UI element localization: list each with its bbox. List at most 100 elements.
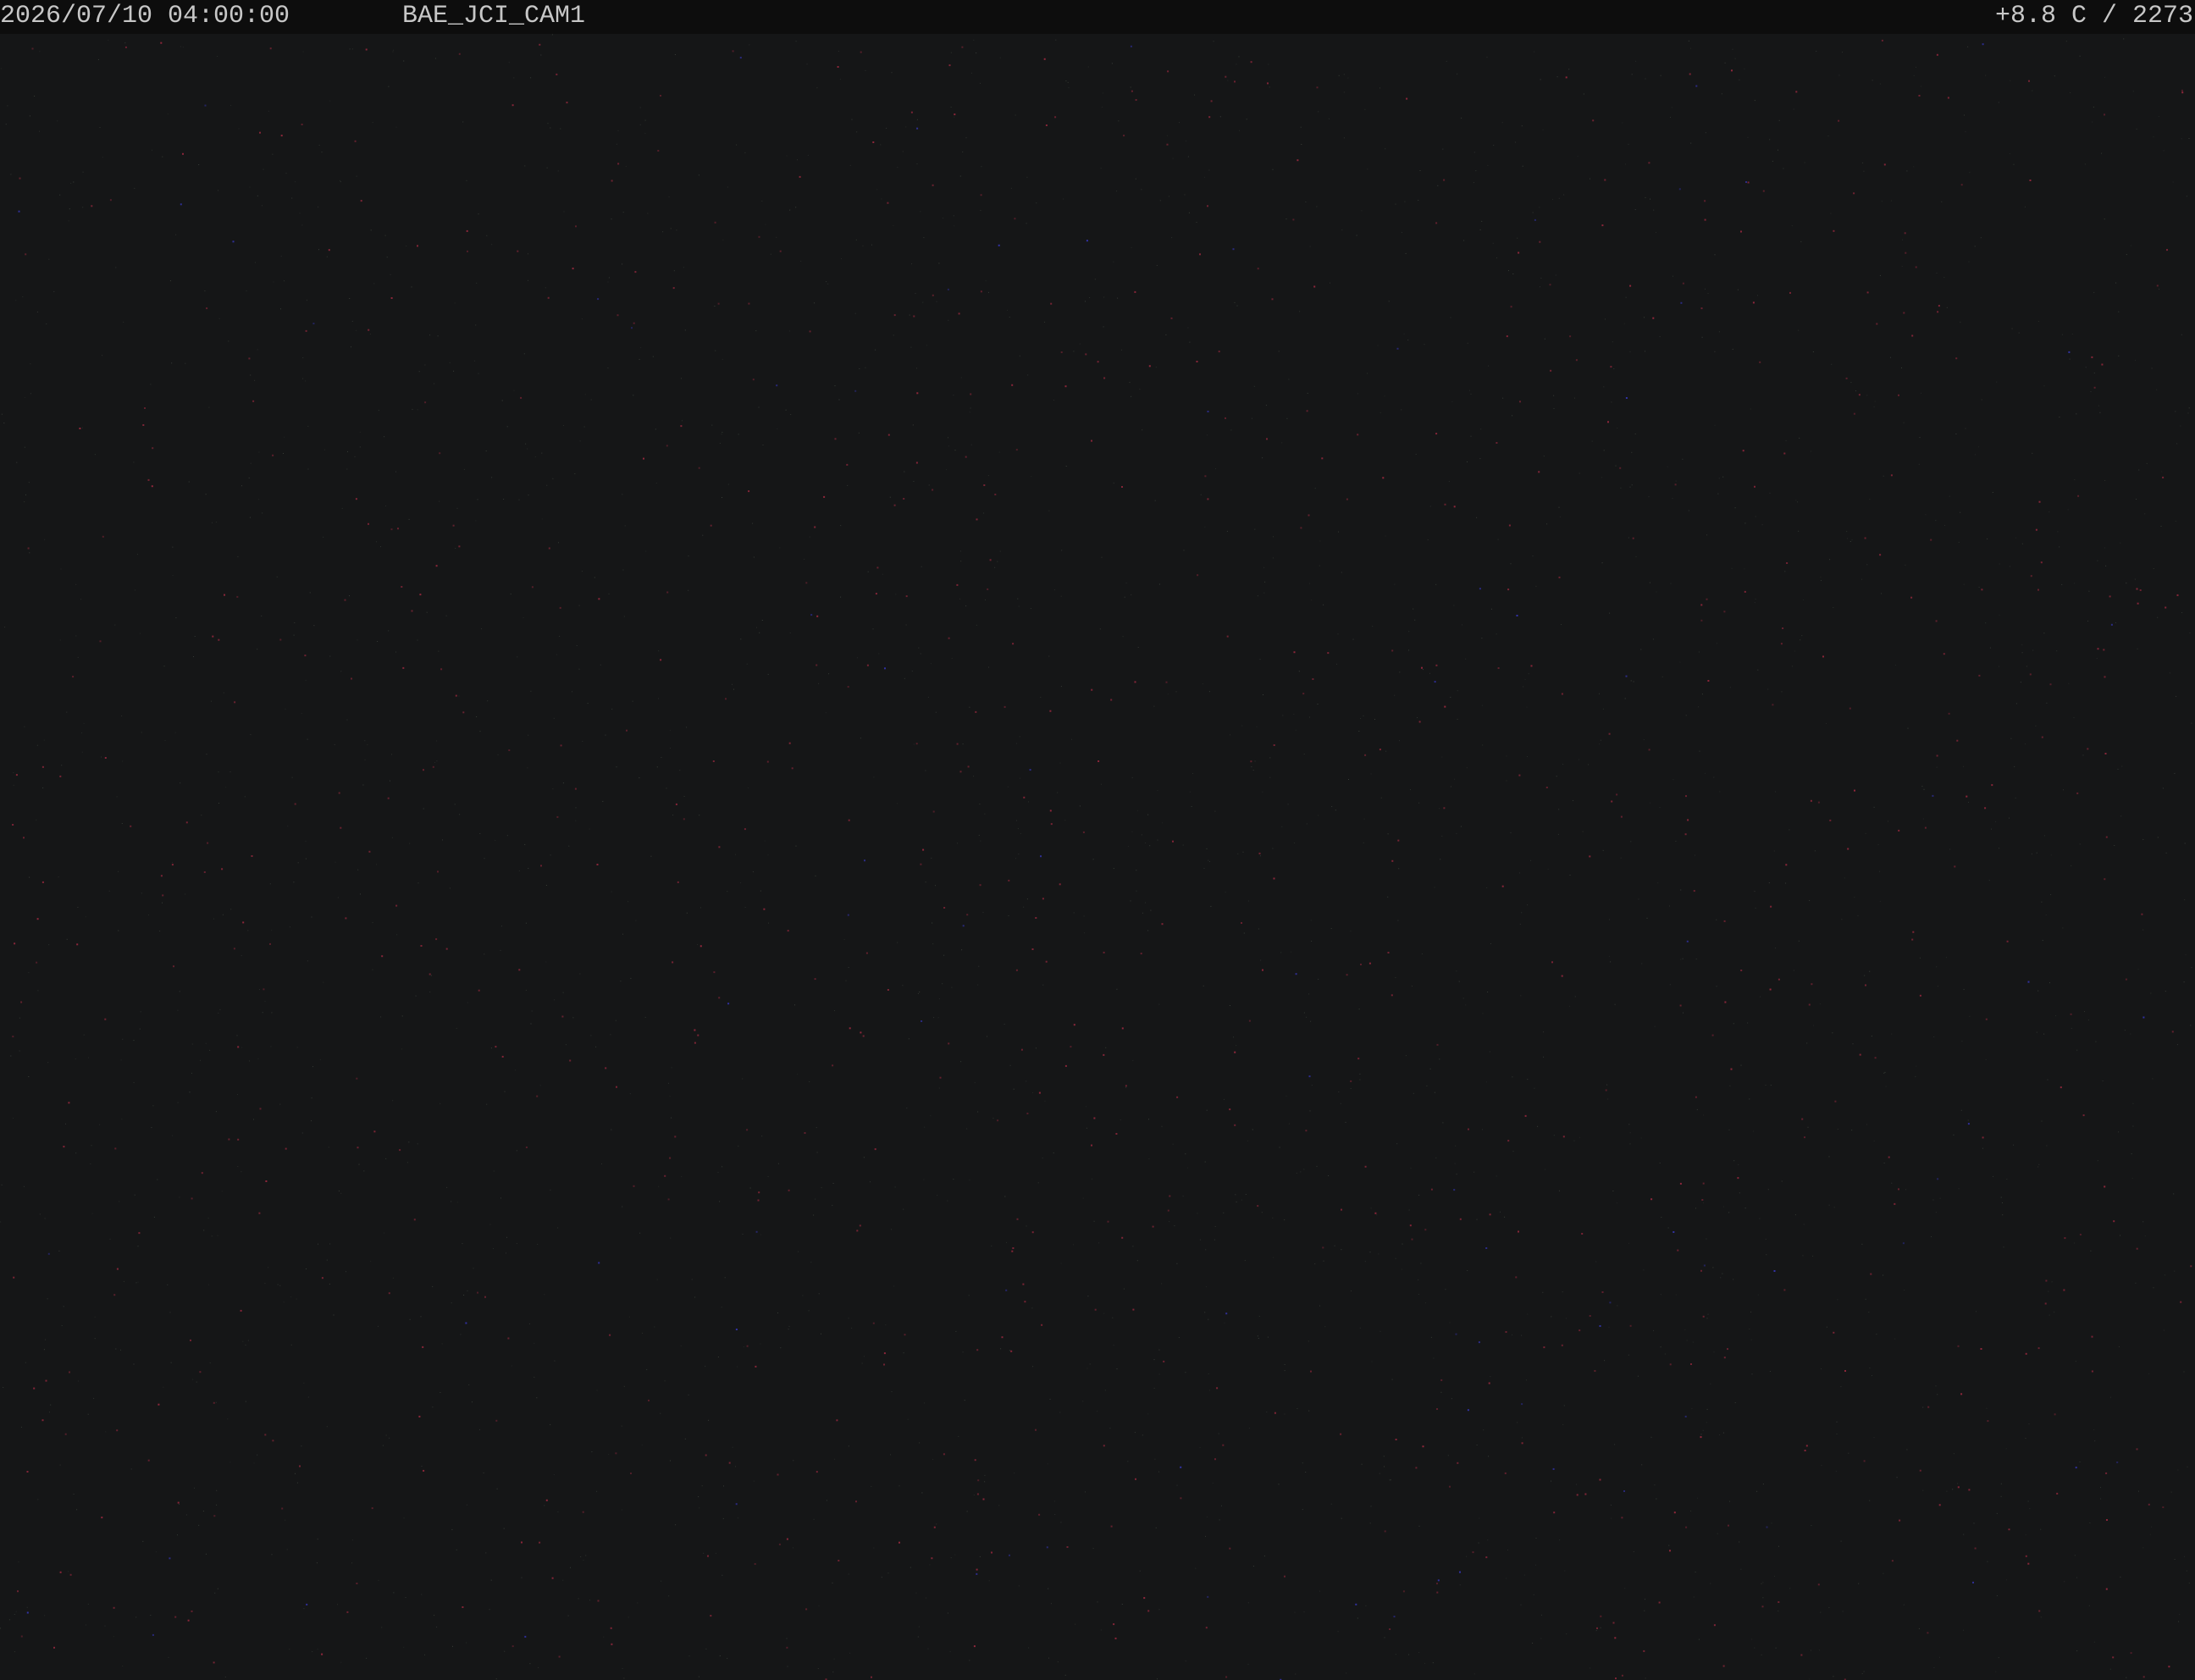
sensor-noise-pixel (291, 197, 293, 199)
sensor-noise-pixel (1905, 1189, 1906, 1191)
sensor-noise-pixel (29, 876, 30, 878)
sensor-noise-pixel (2139, 589, 2142, 591)
sensor-noise-pixel (463, 468, 465, 470)
sensor-noise-pixel (904, 1334, 906, 1336)
sensor-noise-pixel (250, 374, 252, 376)
sensor-noise-pixel (1543, 1056, 1545, 1058)
sensor-noise-pixel (1012, 643, 1015, 645)
sensor-noise-pixel (436, 740, 438, 742)
sensor-noise-pixel (642, 1332, 644, 1334)
sensor-noise-pixel (2000, 1196, 2002, 1198)
sensor-noise-pixel (388, 86, 390, 87)
sensor-noise-pixel (1805, 1445, 1808, 1447)
sensor-noise-pixel (1894, 1338, 1896, 1340)
sensor-noise-pixel (702, 534, 704, 536)
sensor-noise-pixel (1015, 858, 1016, 859)
sensor-noise-pixel (2175, 411, 2176, 412)
sensor-noise-pixel (1679, 1182, 1682, 1185)
sensor-noise-pixel (1504, 1472, 1507, 1474)
sensor-noise-pixel (717, 302, 720, 305)
sensor-noise-pixel (954, 113, 956, 116)
sensor-noise-pixel (1919, 437, 1921, 439)
sensor-noise-pixel (554, 999, 556, 1001)
sensor-noise-pixel (460, 1334, 462, 1335)
sensor-noise-pixel (1518, 872, 1520, 874)
sensor-noise-pixel (1798, 530, 1800, 532)
sensor-noise-pixel (1125, 1085, 1127, 1087)
sensor-noise-pixel (415, 995, 417, 997)
sensor-noise-pixel (1357, 1617, 1358, 1619)
sensor-noise-pixel (1393, 1616, 1396, 1618)
sensor-noise-pixel (1481, 705, 1483, 706)
sensor-noise-pixel (1504, 1216, 1506, 1218)
sensor-noise-pixel (932, 810, 935, 813)
sensor-noise-pixel (1922, 1489, 1924, 1491)
sensor-noise-pixel (1795, 91, 1798, 93)
sensor-noise-pixel (204, 104, 207, 107)
sensor-noise-pixel (1561, 1344, 1563, 1346)
sensor-noise-pixel (2025, 743, 2026, 745)
sensor-noise-pixel (1476, 1219, 1478, 1220)
sensor-noise-pixel (1622, 122, 1623, 124)
sensor-noise-pixel (1849, 541, 1851, 542)
sensor-noise-pixel (1120, 1119, 1121, 1121)
sensor-noise-pixel (1806, 1042, 1808, 1044)
sensor-noise-pixel (177, 1102, 179, 1103)
sensor-noise-pixel (1637, 1375, 1639, 1377)
sensor-noise-pixel (2002, 1214, 2004, 1216)
sensor-noise-pixel (2025, 1352, 2027, 1355)
sensor-noise-pixel (1194, 94, 1195, 96)
sensor-noise-pixel (2006, 940, 2009, 942)
sensor-noise-pixel (194, 636, 196, 637)
sensor-noise-pixel (1698, 706, 1700, 708)
sensor-noise-pixel (622, 212, 624, 213)
sensor-noise-pixel (1566, 1633, 1567, 1635)
sensor-noise-pixel (1447, 1455, 1449, 1456)
sensor-noise-pixel (389, 1437, 390, 1439)
sensor-noise-pixel (1199, 253, 1201, 256)
sensor-noise-pixel (1207, 434, 1208, 436)
sensor-noise-pixel (2038, 500, 2041, 503)
sensor-noise-pixel (2104, 113, 2105, 116)
sensor-noise-pixel (387, 797, 390, 799)
sensor-noise-pixel (1134, 681, 1136, 683)
sensor-noise-pixel (1364, 1165, 1367, 1168)
sensor-noise-pixel (2156, 285, 2159, 287)
sensor-noise-pixel (1215, 468, 1216, 470)
sensor-noise-pixel (1874, 1057, 1877, 1059)
sensor-noise-pixel (1922, 818, 1924, 820)
sensor-noise-pixel (1781, 691, 1783, 693)
sensor-noise-pixel (1845, 377, 1848, 379)
sensor-noise-pixel (994, 494, 997, 495)
sensor-noise-pixel (897, 942, 898, 943)
sensor-noise-pixel (1918, 95, 1921, 97)
sensor-noise-pixel (1487, 1539, 1489, 1541)
sensor-noise-pixel (1457, 690, 1458, 692)
sensor-noise-pixel (856, 657, 858, 659)
sensor-noise-pixel (977, 1479, 980, 1482)
sensor-noise-pixel (346, 468, 348, 470)
sensor-noise-pixel (495, 1419, 498, 1422)
sensor-noise-pixel (755, 1230, 758, 1233)
sensor-noise-pixel (816, 664, 818, 666)
sensor-noise-pixel (73, 1494, 75, 1495)
sensor-noise-pixel (1204, 526, 1206, 528)
sensor-noise-pixel (280, 308, 281, 310)
sensor-noise-pixel (1766, 1254, 1767, 1256)
sensor-noise-pixel (1121, 1236, 1124, 1239)
sensor-noise-pixel (1020, 832, 1021, 834)
sensor-noise-pixel (1207, 411, 1209, 412)
sensor-noise-pixel (1507, 589, 1510, 591)
sensor-noise-pixel (1836, 1421, 1838, 1423)
sensor-noise-pixel (437, 870, 439, 873)
sensor-noise-pixel (813, 1214, 815, 1216)
sensor-noise-pixel (296, 1298, 297, 1300)
sensor-noise-pixel (568, 845, 570, 847)
sensor-noise-pixel (224, 594, 225, 596)
sensor-noise-pixel (511, 1365, 512, 1367)
sensor-noise-pixel (1479, 229, 1481, 230)
sensor-noise-pixel (1050, 823, 1053, 826)
sensor-noise-pixel (2074, 1555, 2076, 1556)
sensor-noise-pixel (2013, 1144, 2015, 1146)
sensor-noise-pixel (1596, 1627, 1598, 1629)
